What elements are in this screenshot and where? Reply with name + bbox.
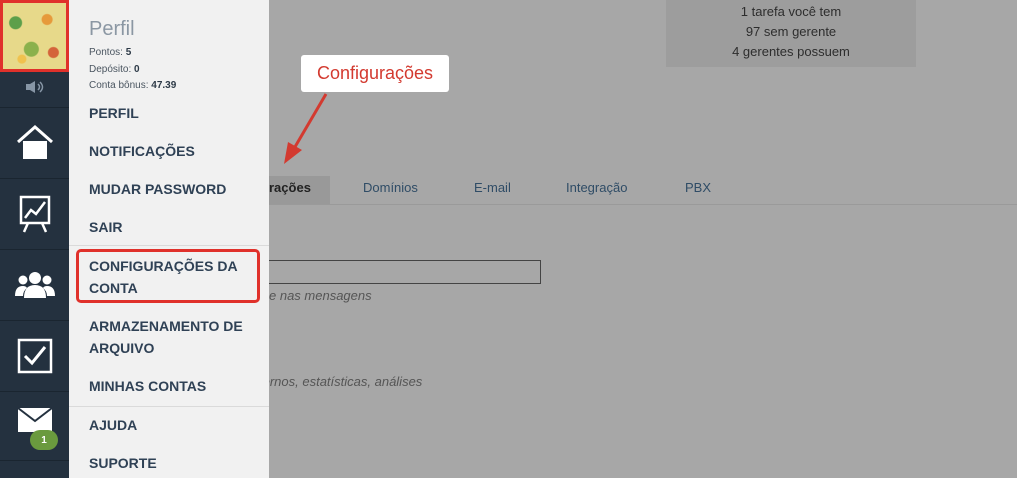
stat-deposit-value: 0 — [134, 64, 140, 75]
settings-text-field[interactable] — [269, 260, 541, 284]
highlight-box — [76, 249, 260, 303]
chart-icon[interactable] — [0, 178, 69, 248]
tab-dominios[interactable]: Domínios — [363, 176, 418, 204]
callout-arrow-icon — [284, 93, 328, 164]
menu-sair[interactable]: SAIR — [89, 216, 259, 238]
stat-bonus-value: 47.39 — [151, 80, 177, 91]
tab-configuracoes[interactable]: rações — [269, 176, 330, 204]
menu-suporte[interactable]: SUPORTE — [89, 452, 259, 474]
mail-count-badge: 1 — [30, 430, 58, 450]
menu-perfil[interactable]: PERFIL — [89, 102, 259, 124]
tab-email[interactable]: E-mail — [474, 176, 511, 204]
menu-armazenamento-de-arquivo[interactable]: ARMAZENAMENTO DE ARQUIVO — [89, 315, 259, 359]
notif-managers: 4 gerentes possuem — [732, 44, 850, 59]
menu-minhas-contas[interactable]: MINHAS CONTAS — [89, 375, 259, 397]
stat-points-value: 5 — [125, 47, 132, 58]
tab-pbx[interactable]: PBX — [685, 176, 711, 204]
stat-deposit-label: Depósito: — [89, 64, 132, 75]
stat-deposit: Depósito: 0 — [89, 64, 140, 75]
avatar[interactable] — [0, 0, 69, 72]
profile-dropdown: Perfil Pontos: 5 Depósito: 0 Conta bônus… — [69, 0, 269, 478]
tabs-divider — [269, 204, 1017, 205]
icon-rail: 1 — [0, 0, 69, 478]
menu-divider — [69, 406, 269, 407]
tab-integracao[interactable]: Integração — [566, 176, 627, 204]
field-hint: e nas mensagens — [269, 288, 372, 303]
tasks-icon[interactable] — [0, 320, 69, 390]
menu-ajuda[interactable]: AJUDA — [89, 414, 259, 436]
users-icon[interactable] — [0, 249, 69, 319]
notif-unmanaged: 97 sem gerente — [745, 24, 837, 39]
stat-points: Pontos: 5 — [89, 47, 131, 58]
volume-icon[interactable] — [0, 76, 69, 98]
stat-points-label: Pontos: — [89, 47, 123, 58]
configuracoes-callout: Configurações — [301, 55, 449, 92]
stat-bonus-label: Conta bônus: — [89, 80, 149, 91]
menu-divider — [69, 245, 269, 246]
mail-icon[interactable] — [0, 391, 69, 461]
section-hint: ternos, estatísticas, análises — [259, 374, 423, 389]
notif-tasks: 1 tarefa você tem — [740, 4, 842, 19]
notifications-summary[interactable]: 1 tarefa você tem 97 sem gerente 4 geren… — [666, 0, 916, 67]
profile-title: Perfil — [89, 18, 135, 40]
stat-bonus: Conta bônus: 47.39 — [89, 80, 176, 91]
menu-notificacoes[interactable]: NOTIFICAÇÕES — [89, 140, 259, 162]
menu-mudar-password[interactable]: MUDAR PASSWORD — [89, 178, 259, 200]
home-icon[interactable] — [0, 107, 69, 177]
